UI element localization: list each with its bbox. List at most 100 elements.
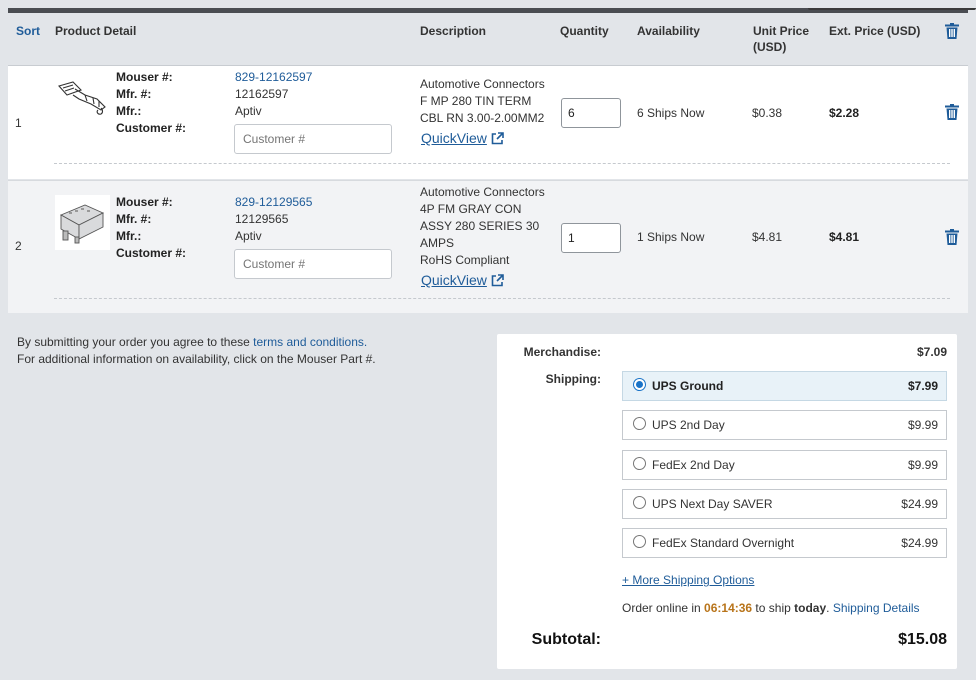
availability-value: 1 Ships Now [637, 230, 705, 244]
ext-price-value: $4.81 [829, 230, 860, 244]
quickview-label: QuickView [421, 272, 487, 288]
shipping-option-price: $24.99 [901, 497, 938, 511]
terms-line: By submitting your order you agree to th… [17, 334, 376, 351]
row-index: 2 [15, 239, 22, 253]
mouser-part-link[interactable]: 829-12162597 [235, 70, 312, 84]
mouser-num-label: Mouser #: [116, 70, 173, 84]
mfr-label: Mfr.: [116, 229, 142, 243]
quantity-input[interactable] [561, 223, 621, 253]
terms-prefix: By submitting your order you agree to th… [17, 335, 254, 349]
row-divider [54, 163, 950, 164]
customer-num-label: Customer #: [116, 246, 187, 260]
shipping-option-name: UPS 2nd Day [652, 418, 725, 432]
ship-today-notice: Order online in 06:14:36 to ship today. … [622, 601, 920, 615]
ext-price-header: Ext. Price (USD) [829, 24, 921, 38]
ext-price-value: $2.28 [829, 106, 860, 120]
subtotal-label: Subtotal: [531, 631, 601, 648]
countdown-timer: 06:14:36 [704, 601, 753, 615]
radio-selected[interactable] [633, 377, 646, 391]
shipping-option-name: UPS Ground [652, 379, 724, 393]
connector-product-image[interactable] [55, 195, 110, 250]
description-header: Description [420, 24, 487, 38]
subtotal-value: $15.08 [898, 631, 947, 648]
merchandise-label: Merchandise: [523, 345, 601, 359]
mfr-value: Aptiv [235, 229, 262, 243]
quickview-link[interactable]: QuickView [421, 272, 504, 288]
row-index: 1 [15, 116, 22, 130]
shipping-option-price: $9.99 [907, 458, 938, 472]
shipping-option-ups-ground[interactable]: UPS Ground $7.99 [622, 371, 947, 401]
radio[interactable] [633, 416, 646, 430]
shipping-details-link[interactable]: Shipping Details [833, 601, 920, 615]
description-line: CBL RN 3.00-2.00MM2 [420, 111, 545, 125]
description-line: Automotive Connectors [420, 77, 545, 91]
unit-price-value: $4.81 [752, 230, 783, 244]
description-line: 4P FM GRAY CON [420, 202, 522, 216]
mouser-part-link[interactable]: 829-12129565 [235, 195, 312, 209]
mouser-num-cell: 829-12129565 [235, 194, 312, 211]
order-prefix: Order online in [622, 601, 705, 615]
trash-icon[interactable] [945, 23, 959, 39]
mfr-value: Aptiv [235, 104, 262, 118]
product-detail-header: Product Detail [55, 24, 137, 38]
shipping-option-price: $9.99 [907, 418, 938, 432]
order-summary: Merchandise: $7.09 Shipping: UPS Ground … [497, 334, 957, 669]
top-bar-accent [808, 8, 976, 10]
description-line: Automotive Connectors [420, 185, 545, 199]
mfr-num-label: Mfr. #: [116, 87, 152, 101]
shipping-label: Shipping: [545, 372, 601, 386]
terms-link[interactable]: terms and conditions. [253, 335, 367, 349]
description: Automotive Connectors F MP 280 TIN TERM … [420, 76, 560, 127]
description-line: ASSY 280 SERIES 30 [420, 219, 540, 233]
description-line: AMPS [420, 236, 455, 250]
description-line: F MP 280 TIN TERM [420, 94, 532, 108]
quickview-link[interactable]: QuickView [421, 130, 504, 146]
more-shipping-options-link[interactable]: + More Shipping Options [622, 573, 754, 587]
mfr-num-label: Mfr. #: [116, 212, 152, 226]
quickview-label: QuickView [421, 130, 487, 146]
terms-notice: By submitting your order you agree to th… [17, 334, 376, 368]
customer-num-input[interactable] [234, 249, 392, 279]
mfr-num-value: 12162597 [235, 87, 289, 101]
mfr-num-value: 12129565 [235, 212, 289, 226]
terminal-product-image[interactable] [55, 72, 110, 127]
trash-icon[interactable] [945, 229, 959, 245]
unit-price-header-currency: (USD) [753, 40, 787, 54]
mfr-label: Mfr.: [116, 104, 142, 118]
description-line: RoHS Compliant [420, 253, 510, 267]
cart-row-2: 2 Mouser #: Mfr. #: Mfr.: Customer #: 82… [8, 180, 968, 313]
unit-price-value: $0.38 [752, 106, 783, 120]
shipping-option-name: UPS Next Day SAVER [652, 497, 773, 511]
description: Automotive Connectors 4P FM GRAY CON ASS… [420, 184, 560, 269]
shipping-option-ups-2nd-day[interactable]: UPS 2nd Day $9.99 [622, 410, 947, 440]
trash-icon[interactable] [945, 104, 959, 120]
external-link-icon [491, 273, 504, 286]
mouser-num-label: Mouser #: [116, 195, 173, 209]
availability-header: Availability [637, 24, 700, 38]
shipping-option-name: FedEx Standard Overnight [652, 536, 795, 550]
availability-value: 6 Ships Now [637, 106, 705, 120]
shipping-option-price: $24.99 [901, 536, 938, 550]
sort-header[interactable]: Sort [16, 23, 40, 39]
shipping-option-ups-next-day-saver[interactable]: UPS Next Day SAVER $24.99 [622, 489, 947, 519]
radio[interactable] [633, 534, 646, 548]
unit-price-header: Unit Price (USD) [753, 23, 809, 55]
order-today: today [794, 601, 827, 615]
order-dot: . [826, 601, 833, 615]
shipping-option-fedex-standard-overnight[interactable]: FedEx Standard Overnight $24.99 [622, 528, 947, 558]
shipping-option-price: $7.99 [907, 379, 938, 393]
mouser-num-cell: 829-12162597 [235, 69, 312, 86]
order-mid: to ship [752, 601, 795, 615]
shipping-option-fedex-2nd-day[interactable]: FedEx 2nd Day $9.99 [622, 450, 947, 480]
customer-num-input[interactable] [234, 124, 392, 154]
customer-num-label: Customer #: [116, 121, 187, 135]
row-divider [54, 298, 950, 299]
radio[interactable] [633, 495, 646, 509]
merchandise-value: $7.09 [916, 345, 947, 359]
cart-table-header: Sort Product Detail Description Quantity… [8, 13, 968, 66]
quantity-header: Quantity [560, 24, 609, 38]
radio[interactable] [633, 456, 646, 470]
quantity-input[interactable] [561, 98, 621, 128]
cart-row-1: 1 Mouser #: Mfr. #: Mfr.: Customer #: 82… [8, 66, 968, 179]
availability-info: For additional information on availabili… [17, 352, 376, 366]
